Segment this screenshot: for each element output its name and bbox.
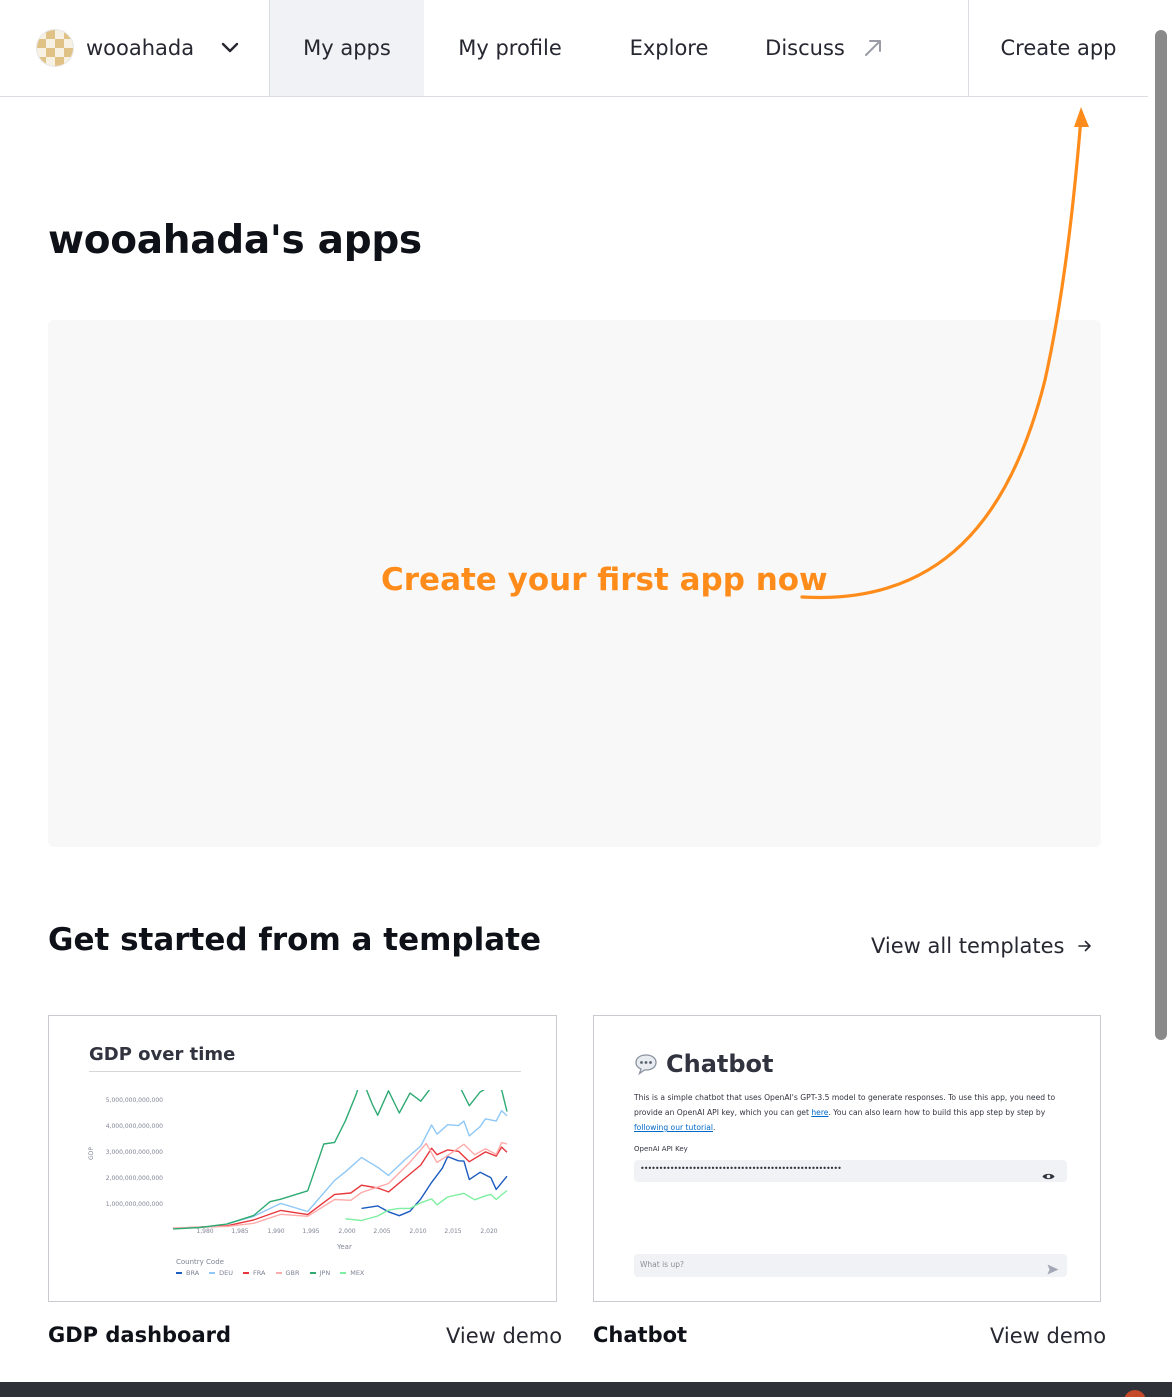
view-all-templates-label: View all templates (871, 934, 1065, 958)
legend-swatch (176, 1272, 182, 1274)
series-line-bra (361, 1155, 508, 1217)
chevron-down-icon[interactable] (220, 38, 240, 58)
legend-label: MEX (350, 1269, 365, 1277)
speech-bubble-icon (635, 1054, 657, 1075)
api-key-label: OpenAI API Key (634, 1145, 688, 1153)
view-demo-chatbot-link[interactable]: View demo (990, 1324, 1106, 1348)
chatbot-description: This is a simple chatbot that uses OpenA… (634, 1090, 1064, 1135)
arrow-right-icon (1078, 940, 1092, 952)
x-tick-label: 1,995 (302, 1228, 320, 1235)
x-tick-label: 1,980 (196, 1228, 214, 1235)
nav-my-apps[interactable]: My apps (270, 0, 424, 96)
template-name-chatbot: Chatbot (593, 1323, 688, 1347)
tutorial-link[interactable]: following our tutorial (634, 1123, 713, 1132)
x-tick-label: 2,005 (373, 1228, 391, 1235)
x-tick-label: 2,020 (480, 1228, 498, 1235)
legend-item-fra: FRA (243, 1269, 266, 1277)
x-tick-label: 2,010 (409, 1228, 427, 1235)
series-line-gbr (172, 1141, 508, 1229)
nav-discuss-label: Discuss (765, 36, 845, 60)
legend-item-jpn: JPN (309, 1269, 331, 1277)
page-title: wooahada's apps (48, 218, 422, 263)
legend-swatch (275, 1272, 282, 1274)
series-line-mex (345, 1189, 508, 1222)
legend-label: DEU (219, 1269, 234, 1277)
legend-label: BRA (186, 1269, 200, 1277)
template-name-gdp: GDP dashboard (48, 1323, 232, 1347)
external-link-icon (863, 38, 883, 58)
legend-item-gbr: GBR (275, 1269, 300, 1277)
create-first-app-cta[interactable]: Create your first app now (381, 562, 828, 598)
legend-title: Country Code (176, 1258, 224, 1266)
user-menu[interactable]: wooahada (0, 0, 270, 96)
description-text: . You can also learn how to build this a… (828, 1108, 1046, 1117)
legend-swatch (243, 1272, 250, 1274)
template-card-gdp[interactable]: GDP over time GDP 1,000,000,000,000 2,00… (48, 1015, 557, 1302)
chat-input-placeholder: What is up? (640, 1260, 684, 1269)
chat-input[interactable]: What is up? (634, 1254, 1067, 1277)
template-card-chatbot[interactable]: Chatbot This is a simple chatbot that us… (593, 1015, 1101, 1302)
eye-icon[interactable] (1042, 1166, 1055, 1185)
nav-explore[interactable]: Explore (596, 0, 742, 96)
legend-swatch (309, 1272, 316, 1274)
nav-discuss[interactable]: Discuss (742, 0, 902, 96)
top-nav: wooahada My apps My profile Explore Disc… (0, 0, 1148, 97)
view-all-templates-link[interactable]: View all templates (871, 934, 1092, 958)
legend-item-mex: MEX (340, 1269, 364, 1277)
chatbot-title-label: Chatbot (666, 1050, 774, 1078)
user-avatar (36, 29, 74, 67)
legend-item-deu: DEU (209, 1269, 233, 1277)
api-key-link[interactable]: here (811, 1108, 828, 1117)
taskbar-strip (0, 1382, 1172, 1397)
view-demo-gdp-link[interactable]: View demo (446, 1324, 562, 1348)
nav-links: My apps My profile Explore Discuss (270, 0, 902, 96)
create-app-button[interactable]: Create app (968, 0, 1148, 96)
x-tick-label: 2,000 (338, 1228, 356, 1235)
chart-legend: BRA DEU FRA GBR JPN MEX (176, 1269, 374, 1277)
legend-label: JPN (319, 1269, 331, 1277)
nav-my-profile[interactable]: My profile (424, 0, 596, 96)
x-tick-label: 1,990 (267, 1228, 285, 1235)
legend-item-bra: BRA (176, 1269, 199, 1277)
username-label: wooahada (86, 36, 195, 60)
send-icon[interactable] (1047, 1260, 1059, 1279)
series-line-jpn (172, 1090, 508, 1230)
legend-label: FRA (253, 1269, 266, 1277)
x-tick-label: 1,985 (231, 1228, 249, 1235)
legend-swatch (209, 1272, 216, 1274)
gdp-line-chart (172, 1090, 508, 1230)
legend-label: GBR (285, 1269, 300, 1277)
scrollbar-thumb[interactable] (1155, 30, 1167, 1040)
series-line-fra (172, 1146, 508, 1229)
api-key-value: ••••••••••••••••••••••••••••••••••••••••… (640, 1164, 842, 1173)
api-key-input[interactable]: ••••••••••••••••••••••••••••••••••••••••… (634, 1160, 1067, 1182)
legend-swatch (340, 1272, 347, 1274)
templates-heading: Get started from a template (48, 922, 541, 958)
chatbot-preview-title: Chatbot (634, 1050, 774, 1078)
gdp-x-axis-label: Year (337, 1243, 352, 1251)
x-tick-label: 2,015 (444, 1228, 462, 1235)
description-text: . (712, 1123, 716, 1132)
